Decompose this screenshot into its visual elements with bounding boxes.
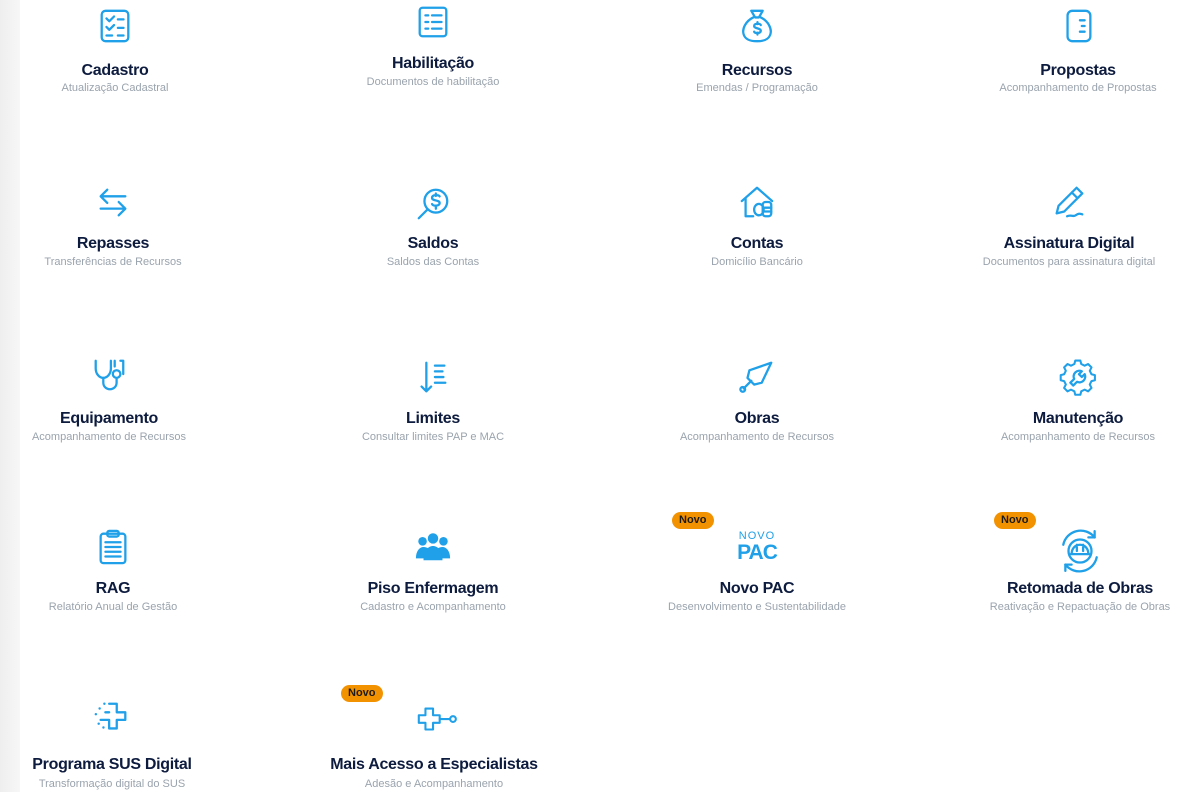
tile-obras[interactable]: Obras Acompanhamento de Recursos (607, 355, 907, 465)
tile-assinatura-digital[interactable]: Assinatura Digital Documentos para assin… (919, 180, 1178, 290)
tile-title: Equipamento (59, 410, 159, 427)
tile-equipamento[interactable]: Equipamento Acompanhamento de Recursos (0, 355, 259, 465)
tile-novo-pac[interactable]: NOVO PAC Novo PAC Desenvolvimento e Sust… (607, 525, 907, 635)
tile-contas[interactable]: Contas Domicílio Bancário (607, 180, 907, 290)
tile-subtitle: Emendas / Programação (696, 82, 818, 94)
tile-retomada-de-obras[interactable]: Retomada de Obras Reativação e Repactuaç… (930, 525, 1178, 635)
tile-title: Piso Enfermagem (367, 580, 499, 597)
novo-pac-logo: NOVO PAC (727, 527, 787, 567)
transfer-arrows-icon (93, 182, 133, 222)
tile-repasses[interactable]: Repasses Transferências de Recursos (0, 180, 263, 290)
tile-subtitle: Reativação e Repactuação de Obras (989, 601, 1171, 613)
tile-subtitle: Acompanhamento de Recursos (31, 431, 187, 443)
tile-title: Manutenção (1032, 410, 1124, 427)
tile-propostas[interactable]: Propostas Acompanhamento de Propostas (928, 0, 1178, 110)
tile-piso-enfermagem[interactable]: Piso Enfermagem Cadastro e Acompanhament… (283, 525, 583, 635)
trowel-icon (737, 357, 777, 397)
tile-manutencao[interactable]: Manutenção Acompanhamento de Recursos (928, 355, 1178, 465)
tile-subtitle: Consultar limites PAP e MAC (361, 431, 505, 443)
tile-cadastro[interactable]: Cadastro Atualização Cadastral (0, 0, 265, 110)
tile-subtitle: Domicílio Bancário (711, 256, 803, 268)
tile-subtitle: Documentos para assinatura digital (982, 256, 1156, 268)
tile-title: Repasses (76, 235, 150, 252)
sort-list-icon (413, 358, 453, 398)
tile-title: Obras (734, 410, 780, 427)
tile-title: Programa SUS Digital (32, 756, 192, 773)
tile-title: Recursos (721, 62, 793, 79)
logo-pac-text: PAC (737, 541, 778, 564)
tile-subtitle: Adesão e Acompanhamento (364, 778, 504, 790)
tile-subtitle: Transformação digital do SUS (38, 778, 186, 790)
tile-subtitle: Acompanhamento de Recursos (679, 431, 835, 443)
tile-title: Propostas (1040, 62, 1116, 79)
clipboard-icon (93, 527, 133, 567)
tile-subtitle: Desenvolvimento e Sustentabilidade (668, 601, 846, 613)
list-document-icon (413, 2, 453, 42)
tile-title: Cadastro (81, 62, 149, 79)
tile-title: Novo PAC (719, 580, 795, 597)
tile-title: Contas (730, 235, 784, 252)
stethoscope-icon (89, 355, 129, 395)
hardhat-cycle-icon (1056, 527, 1104, 575)
tile-habilitacao[interactable]: Habilitação Documentos de habilitação (283, 0, 583, 110)
tile-subtitle: Transferências de Recursos (44, 256, 182, 268)
tile-title: Limites (406, 410, 460, 427)
tile-subtitle: Documentos de habilitação (366, 76, 500, 88)
proposal-document-icon (1058, 6, 1098, 46)
tile-subtitle: Cadastro e Acompanhamento (360, 601, 506, 613)
tile-recursos[interactable]: Recursos Emendas / Programação (607, 0, 907, 110)
tile-title: RAG (95, 580, 131, 597)
tile-title: Mais Acesso a Especialistas (330, 756, 538, 773)
money-bag-icon (737, 6, 777, 46)
digital-health-cross-icon (92, 698, 132, 738)
tile-rag[interactable]: RAG Relatório Anual de Gestão (0, 525, 263, 635)
checklist-icon (95, 6, 135, 46)
tile-title: Assinatura Digital (1003, 235, 1135, 252)
house-coins-icon (737, 182, 777, 222)
tile-saldos[interactable]: Saldos Saldos das Contas (283, 180, 583, 290)
tile-subtitle: Saldos das Contas (386, 256, 480, 268)
gear-wrench-icon (1058, 357, 1098, 397)
tile-subtitle: Acompanhamento de Recursos (1000, 431, 1156, 443)
tile-title: Saldos (407, 235, 459, 252)
cross-connector-icon (409, 700, 459, 740)
tile-title: Habilitação (391, 55, 475, 72)
tile-subtitle: Relatório Anual de Gestão (48, 601, 178, 613)
tile-limites[interactable]: Limites Consultar limites PAP e MAC (283, 355, 583, 465)
tile-subtitle: Acompanhamento de Propostas (999, 82, 1157, 94)
tile-title: Retomada de Obras (1006, 580, 1154, 597)
pen-signature-icon (1049, 182, 1089, 222)
tile-subtitle: Atualização Cadastral (61, 82, 169, 94)
balance-search-icon (413, 184, 453, 224)
people-group-icon (413, 527, 453, 567)
